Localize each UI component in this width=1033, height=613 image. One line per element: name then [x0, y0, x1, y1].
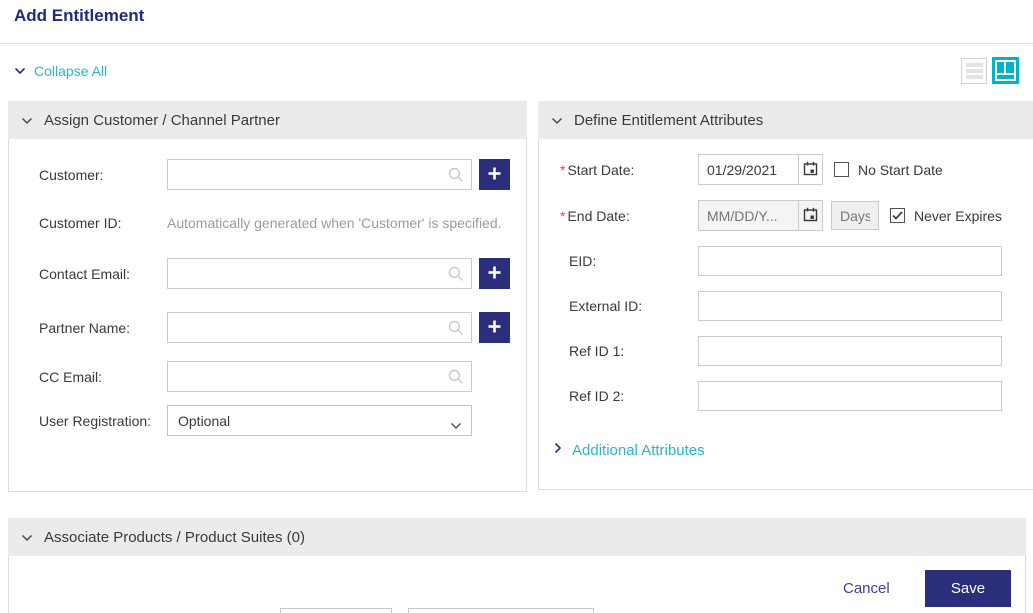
search-icon: [448, 369, 464, 390]
customer-input[interactable]: [168, 160, 471, 189]
required-marker: *: [560, 161, 566, 178]
partial-button[interactable]: [408, 608, 594, 613]
plus-icon: [487, 166, 502, 184]
chevron-down-icon: [450, 417, 462, 433]
customer-id-value: Automatically generated when 'Customer' …: [167, 215, 502, 231]
entitlement-attributes-panel: Define Entitlement Attributes * Start Dat…: [538, 101, 1033, 490]
user-registration-value: Optional: [178, 412, 231, 429]
assign-customer-panel-header[interactable]: Assign Customer / Channel Partner: [8, 101, 527, 139]
chevron-right-icon: [554, 441, 562, 459]
search-icon: [448, 320, 464, 341]
customer-input-wrap: [167, 159, 472, 190]
partner-name-input[interactable]: [168, 313, 471, 342]
save-button[interactable]: Save: [925, 570, 1011, 607]
plus-icon: [487, 319, 502, 337]
add-customer-button[interactable]: [479, 159, 510, 190]
calendar-icon: [803, 161, 818, 179]
end-date-input[interactable]: [699, 201, 798, 230]
search-icon: [448, 167, 464, 188]
contact-email-label: Contact Email:: [39, 265, 131, 282]
partner-name-label: Partner Name:: [39, 319, 131, 336]
ref-id-2-label: Ref ID 2:: [569, 388, 625, 404]
chevron-down-icon: [551, 112, 563, 129]
plus-icon: [487, 265, 502, 283]
chevron-down-icon: [21, 529, 33, 546]
calendar-icon: [803, 207, 818, 225]
eid-input[interactable]: [698, 246, 1002, 276]
end-date-label: * End Date:: [560, 207, 630, 224]
split-view-icon[interactable]: [992, 57, 1019, 84]
assign-customer-panel-title: Assign Customer / Channel Partner: [44, 111, 280, 129]
chevron-down-icon: [14, 62, 26, 80]
ref-id-1-label: Ref ID 1:: [569, 343, 625, 359]
no-start-date-label: No Start Date: [858, 161, 943, 178]
associate-products-panel-title: Associate Products / Product Suites (0): [44, 528, 305, 546]
partial-button[interactable]: [280, 608, 392, 613]
checkmark-icon: [892, 207, 903, 225]
cancel-button[interactable]: Cancel: [843, 580, 890, 597]
end-date-calendar-button[interactable]: [798, 201, 822, 230]
cc-email-input[interactable]: [168, 362, 471, 391]
start-date-calendar-button[interactable]: [798, 155, 822, 184]
user-registration-select[interactable]: Optional: [167, 405, 472, 436]
external-id-input[interactable]: [698, 291, 1002, 321]
start-date-input[interactable]: [699, 155, 798, 184]
add-partner-button[interactable]: [479, 312, 510, 343]
collapse-all-button[interactable]: Collapse All: [14, 62, 107, 80]
chevron-down-icon: [21, 112, 33, 129]
additional-attributes-label: Additional Attributes: [572, 441, 705, 459]
no-start-date-checkbox[interactable]: [834, 162, 849, 177]
ref-id-2-input[interactable]: [698, 381, 1002, 411]
required-marker: *: [560, 207, 566, 224]
associate-products-panel: Associate Products / Product Suites (0): [8, 518, 1026, 613]
assign-customer-panel: Assign Customer / Channel Partner Custom…: [8, 101, 527, 492]
never-expires-checkbox[interactable]: [890, 208, 905, 223]
end-date-input-group: [698, 200, 823, 231]
contact-email-input[interactable]: [168, 259, 471, 288]
page-title: Add Entitlement: [14, 6, 145, 25]
start-date-input-group: [698, 154, 823, 185]
user-registration-label: User Registration:: [39, 412, 152, 429]
add-contact-email-button[interactable]: [479, 258, 510, 289]
cc-email-input-wrap: [167, 361, 472, 392]
entitlement-attributes-panel-header[interactable]: Define Entitlement Attributes: [538, 101, 1033, 139]
never-expires-label: Never Expires: [914, 207, 1002, 224]
additional-attributes-toggle[interactable]: Additional Attributes: [554, 441, 1033, 459]
list-view-icon[interactable]: [961, 57, 987, 84]
title-divider: [0, 43, 1033, 44]
days-input[interactable]: [831, 201, 879, 230]
eid-label: EID:: [569, 253, 597, 269]
associate-products-panel-header[interactable]: Associate Products / Product Suites (0): [8, 518, 1026, 556]
entitlement-attributes-panel-title: Define Entitlement Attributes: [574, 111, 764, 129]
ref-id-1-input[interactable]: [698, 336, 1002, 366]
external-id-label: External ID:: [569, 298, 643, 314]
partner-name-input-wrap: [167, 312, 472, 343]
customer-id-label: Customer ID:: [39, 215, 122, 231]
view-toggles: [961, 57, 1019, 84]
search-icon: [448, 266, 464, 287]
cc-email-label: CC Email:: [39, 368, 103, 385]
contact-email-input-wrap: [167, 258, 472, 289]
customer-label: Customer:: [39, 166, 104, 183]
start-date-label: * Start Date:: [560, 161, 635, 178]
collapse-all-label: Collapse All: [34, 63, 108, 79]
